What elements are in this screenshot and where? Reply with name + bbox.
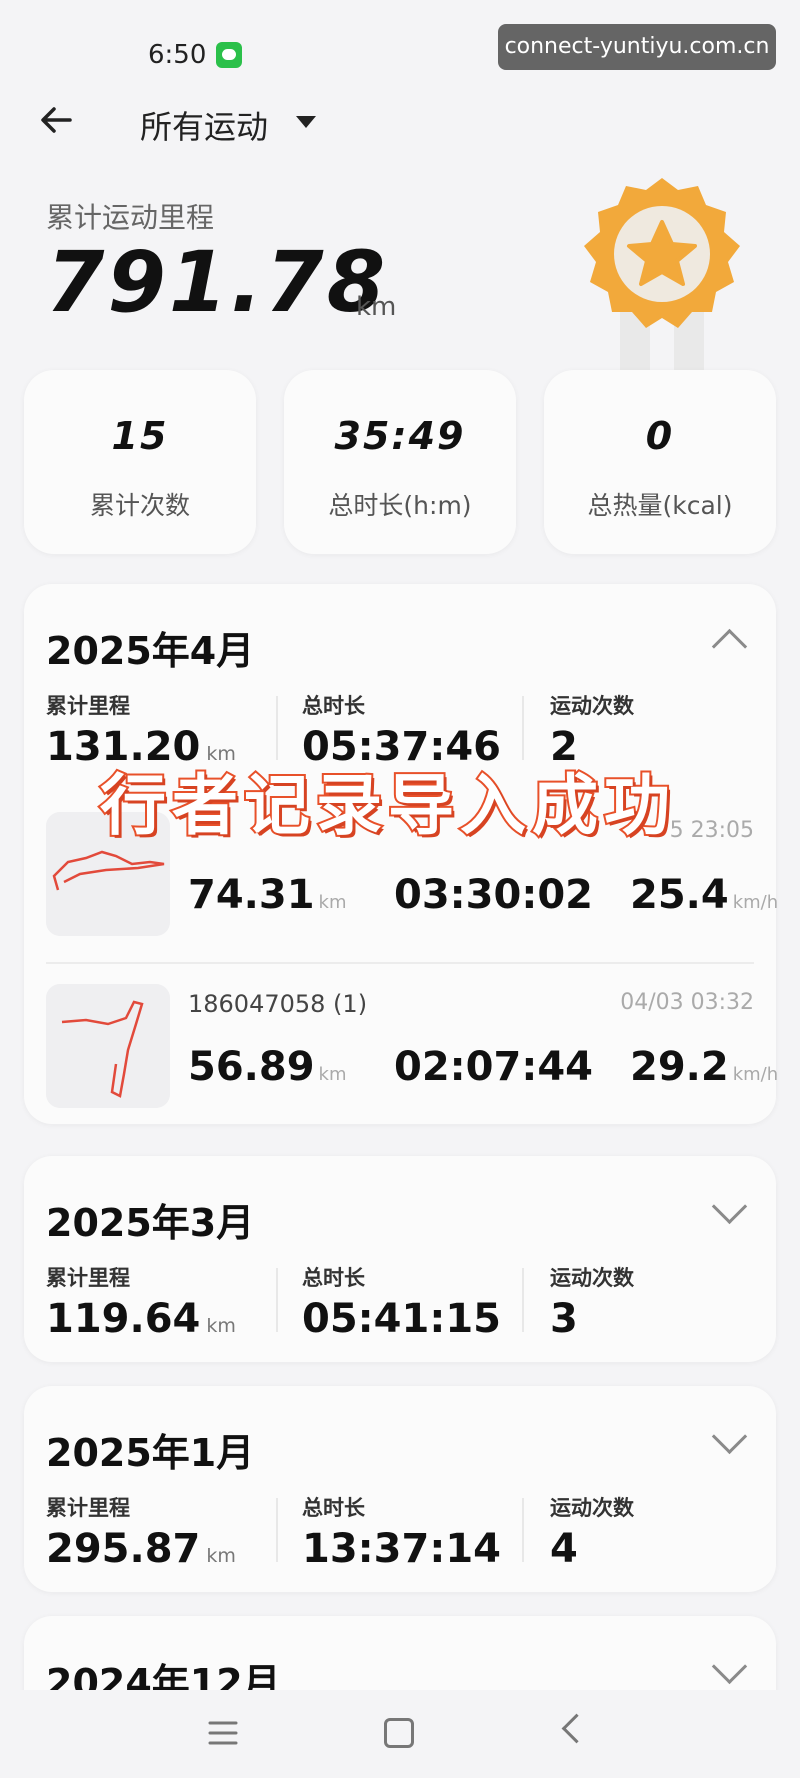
count-value: 2 xyxy=(550,724,578,770)
duration-label: 总时长 xyxy=(302,1266,365,1290)
month-card-2025-01[interactable]: 2025年1月 累计里程 295.87 km 总时长 13:37:14 运动次数 … xyxy=(24,1386,776,1592)
month-title: 2025年4月 xyxy=(46,629,255,673)
activity-distance: 74.31 km xyxy=(188,872,347,918)
duration-value: 13:37:14 xyxy=(302,1526,501,1572)
stat-value: 0 xyxy=(645,414,675,458)
route-map-thumbnail xyxy=(46,984,170,1108)
activity-speed: 29.2 km/h xyxy=(630,1044,779,1090)
stat-card-calories: 0 总热量(kcal) xyxy=(544,370,776,554)
month-title: 2025年3月 xyxy=(46,1201,255,1245)
activity-duration: 02:07:44 xyxy=(394,1044,593,1090)
month-card-2025-04[interactable]: 2025年4月 累计里程 131.20 km 总时长 05:37:46 运动次数 … xyxy=(24,584,779,1124)
chevron-up-icon[interactable] xyxy=(711,628,748,665)
distance-label: 累计里程 xyxy=(46,1496,130,1520)
status-time: 6:50 xyxy=(148,40,207,70)
row-divider xyxy=(46,962,754,964)
total-distance-value: 791.78 xyxy=(46,233,389,331)
duration-value: 05:41:15 xyxy=(302,1296,501,1342)
chevron-down-icon[interactable] xyxy=(711,1418,748,1455)
wechat-notification-icon xyxy=(216,42,242,68)
activity-date: 04/03 03:32 xyxy=(620,990,754,1015)
overlay-caption: 行者记录导入成功 xyxy=(98,767,676,844)
count-value: 3 xyxy=(550,1296,578,1342)
divider xyxy=(276,696,278,760)
total-distance-unit: km xyxy=(356,292,397,322)
duration-label: 总时长 xyxy=(302,1496,365,1520)
activity-speed: 25.4 km/h xyxy=(630,872,779,918)
divider xyxy=(522,696,524,760)
distance-value: 295.87 km xyxy=(46,1526,236,1572)
stat-label: 总时长(h:m) xyxy=(328,491,472,520)
home-icon[interactable] xyxy=(384,1718,414,1748)
dropdown-caret-icon[interactable] xyxy=(296,116,316,128)
month-title: 2025年1月 xyxy=(46,1431,255,1475)
divider xyxy=(522,1268,524,1332)
total-distance-label: 累计运动里程 xyxy=(46,201,215,234)
stat-value: 15 xyxy=(111,414,169,458)
distance-label: 累计里程 xyxy=(46,694,130,718)
divider xyxy=(276,1498,278,1562)
stat-card-count: 15 累计次数 xyxy=(24,370,256,554)
count-value: 4 xyxy=(550,1526,578,1572)
divider xyxy=(276,1268,278,1332)
stat-value: 35:49 xyxy=(334,414,466,458)
activity-name: 186047058 (1) xyxy=(188,990,368,1018)
distance-value: 131.20 km xyxy=(46,724,236,770)
month-card-2025-03[interactable]: 2025年3月 累计里程 119.64 km 总时长 05:41:15 运动次数 … xyxy=(24,1156,776,1362)
activity-row[interactable]: 186047058 (1) 04/03 03:32 56.89 km 02:07:… xyxy=(46,984,778,1134)
count-label: 运动次数 xyxy=(550,1266,634,1290)
duration-value: 05:37:46 xyxy=(302,724,501,770)
sport-type-selector[interactable]: 所有运动 xyxy=(140,102,268,148)
watermark-banner: connect-yuntiyu.com.cn xyxy=(498,24,776,70)
duration-label: 总时长 xyxy=(302,694,365,718)
activity-duration: 03:30:02 xyxy=(394,872,593,918)
medal-icon xyxy=(584,178,740,370)
chevron-down-icon[interactable] xyxy=(711,1648,748,1685)
back-arrow-icon[interactable] xyxy=(36,100,76,140)
stat-card-duration: 35:49 总时长(h:m) xyxy=(284,370,516,554)
activity-distance: 56.89 km xyxy=(188,1044,347,1090)
count-label: 运动次数 xyxy=(550,694,634,718)
distance-label: 累计里程 xyxy=(46,1266,130,1290)
stat-label: 总热量(kcal) xyxy=(587,491,733,520)
distance-value: 119.64 km xyxy=(46,1296,236,1342)
recent-apps-icon[interactable] xyxy=(208,1720,238,1746)
divider xyxy=(522,1498,524,1562)
chevron-down-icon[interactable] xyxy=(711,1188,748,1225)
activity-date: 5 23:05 xyxy=(669,818,754,843)
count-label: 运动次数 xyxy=(550,1496,634,1520)
stat-label: 累计次数 xyxy=(89,491,190,520)
